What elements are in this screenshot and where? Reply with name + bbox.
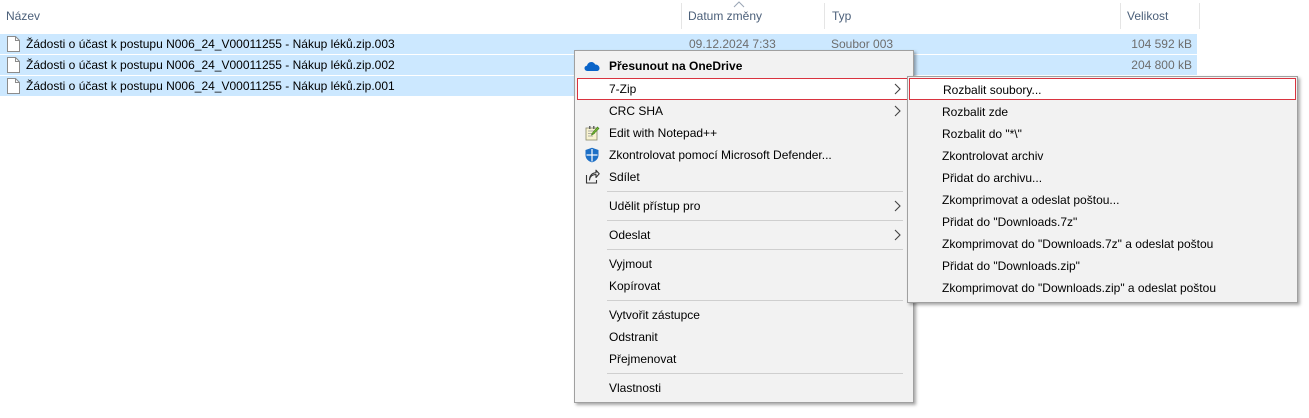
- menu-separator: [607, 220, 903, 221]
- menu-item-label: Přidat do archivu...: [942, 171, 1043, 185]
- menu-item-onedrive[interactable]: Přesunout na OneDrive: [577, 55, 911, 77]
- submenu-item-extract-to-folder[interactable]: Rozbalit do "*\": [910, 123, 1295, 145]
- file-icon: [7, 57, 20, 73]
- chevron-right-icon: [894, 105, 901, 117]
- menu-item-label: 7-Zip: [609, 82, 637, 96]
- menu-item-create-shortcut[interactable]: Vytvořit zástupce: [577, 304, 911, 326]
- submenu-item-compress-and-email[interactable]: Zkomprimovat a odeslat poštou...: [910, 189, 1295, 211]
- menu-separator: [607, 249, 903, 250]
- menu-item-rename[interactable]: Přejmenovat: [577, 348, 911, 370]
- chevron-right-icon: [894, 229, 901, 241]
- file-size: 204 800 kB: [1131, 58, 1192, 72]
- menu-item-label: CRC SHA: [609, 104, 664, 118]
- menu-item-defender[interactable]: Zkontrolovat pomocí Microsoft Defender..…: [577, 144, 911, 166]
- submenu-item-add-to-archive[interactable]: Přidat do archivu...: [910, 167, 1295, 189]
- column-date-header[interactable]: Datum změny: [688, 9, 762, 23]
- file-icon: [7, 78, 20, 94]
- onedrive-cloud-icon: [584, 62, 600, 71]
- 7zip-submenu: Rozbalit soubory... Rozbalit zde Rozbali…: [907, 76, 1298, 303]
- column-header: Název Datum změny Typ Velikost: [0, 0, 1200, 32]
- menu-separator: [607, 191, 903, 192]
- menu-item-label: Zkomprimovat do "Downloads.zip" a odesla…: [942, 281, 1216, 295]
- menu-item-label: Rozbalit soubory...: [943, 83, 1042, 97]
- menu-separator: [607, 300, 903, 301]
- column-divider[interactable]: [1120, 3, 1121, 29]
- menu-item-delete[interactable]: Odstranit: [577, 326, 911, 348]
- file-icon: [7, 36, 20, 52]
- submenu-item-extract-files[interactable]: Rozbalit soubory...: [909, 78, 1296, 100]
- column-size-header[interactable]: Velikost: [1127, 9, 1168, 23]
- menu-separator: [607, 373, 903, 374]
- menu-item-label: Udělit přístup pro: [609, 199, 701, 213]
- file-name: Žádosti o účast k postupu N006_24_V00011…: [26, 37, 395, 51]
- menu-item-label: Odeslat: [609, 228, 651, 242]
- menu-item-label: Zkomprimovat do "Downloads.7z" a odeslat…: [942, 237, 1214, 251]
- menu-item-label: Vyjmout: [609, 257, 652, 271]
- menu-item-label: Rozbalit do "*\": [942, 127, 1022, 141]
- column-divider[interactable]: [681, 3, 682, 29]
- menu-item-label: Vytvořit zástupce: [609, 308, 700, 322]
- submenu-item-compress-7z-email[interactable]: Zkomprimovat do "Downloads.7z" a odeslat…: [910, 233, 1295, 255]
- menu-item-share[interactable]: Sdílet: [577, 166, 911, 188]
- menu-item-label: Zkontrolovat archiv: [942, 149, 1044, 163]
- file-name: Žádosti o účast k postupu N006_24_V00011…: [26, 58, 395, 72]
- column-divider[interactable]: [824, 3, 825, 29]
- file-size: 104 592 kB: [1131, 37, 1192, 51]
- submenu-item-extract-here[interactable]: Rozbalit zde: [910, 101, 1295, 123]
- menu-item-label: Sdílet: [609, 170, 640, 184]
- notepadplusplus-icon: [585, 126, 600, 141]
- menu-item-label: Přejmenovat: [609, 352, 677, 366]
- menu-item-grant-access[interactable]: Udělit přístup pro: [577, 195, 911, 217]
- menu-item-label: Zkontrolovat pomocí Microsoft Defender..…: [609, 148, 832, 162]
- menu-item-label: Vlastnosti: [609, 381, 662, 395]
- submenu-item-test-archive[interactable]: Zkontrolovat archiv: [910, 145, 1295, 167]
- menu-item-label: Přidat do "Downloads.7z": [942, 215, 1078, 229]
- menu-item-label: Přidat do "Downloads.zip": [942, 259, 1080, 273]
- column-name-header[interactable]: Název: [6, 9, 40, 23]
- sort-ascending-icon: [733, 1, 745, 8]
- menu-item-label: Odstranit: [609, 330, 658, 344]
- column-type-header[interactable]: Typ: [832, 9, 851, 23]
- menu-item-send-to[interactable]: Odeslat: [577, 224, 911, 246]
- menu-item-properties[interactable]: Vlastnosti: [577, 377, 911, 399]
- defender-shield-icon: [585, 147, 599, 163]
- menu-item-notepad[interactable]: Edit with Notepad++: [577, 122, 911, 144]
- chevron-right-icon: [894, 200, 901, 212]
- file-type: Soubor 003: [831, 37, 894, 51]
- menu-item-label: Edit with Notepad++: [609, 126, 718, 140]
- menu-item-label: Rozbalit zde: [942, 105, 1009, 119]
- context-menu: Přesunout na OneDrive 7-Zip CRC SHA Edit…: [574, 50, 914, 403]
- menu-item-label: Přesunout na OneDrive: [609, 59, 743, 73]
- submenu-item-compress-zip-email[interactable]: Zkomprimovat do "Downloads.zip" a odesla…: [910, 277, 1295, 299]
- column-divider[interactable]: [1199, 3, 1200, 29]
- menu-item-crc-sha[interactable]: CRC SHA: [577, 100, 911, 122]
- menu-item-copy[interactable]: Kopírovat: [577, 275, 911, 297]
- share-icon: [585, 169, 600, 184]
- menu-item-label: Kopírovat: [609, 279, 661, 293]
- submenu-item-add-to-7z[interactable]: Přidat do "Downloads.7z": [910, 211, 1295, 233]
- submenu-item-add-to-zip[interactable]: Přidat do "Downloads.zip": [910, 255, 1295, 277]
- menu-item-7zip[interactable]: 7-Zip: [577, 78, 911, 100]
- chevron-right-icon: [894, 83, 901, 95]
- menu-item-label: Zkomprimovat a odeslat poštou...: [942, 193, 1120, 207]
- menu-item-cut[interactable]: Vyjmout: [577, 253, 911, 275]
- file-name: Žádosti o účast k postupu N006_24_V00011…: [26, 79, 395, 93]
- file-date: 09.12.2024 7:33: [689, 37, 776, 51]
